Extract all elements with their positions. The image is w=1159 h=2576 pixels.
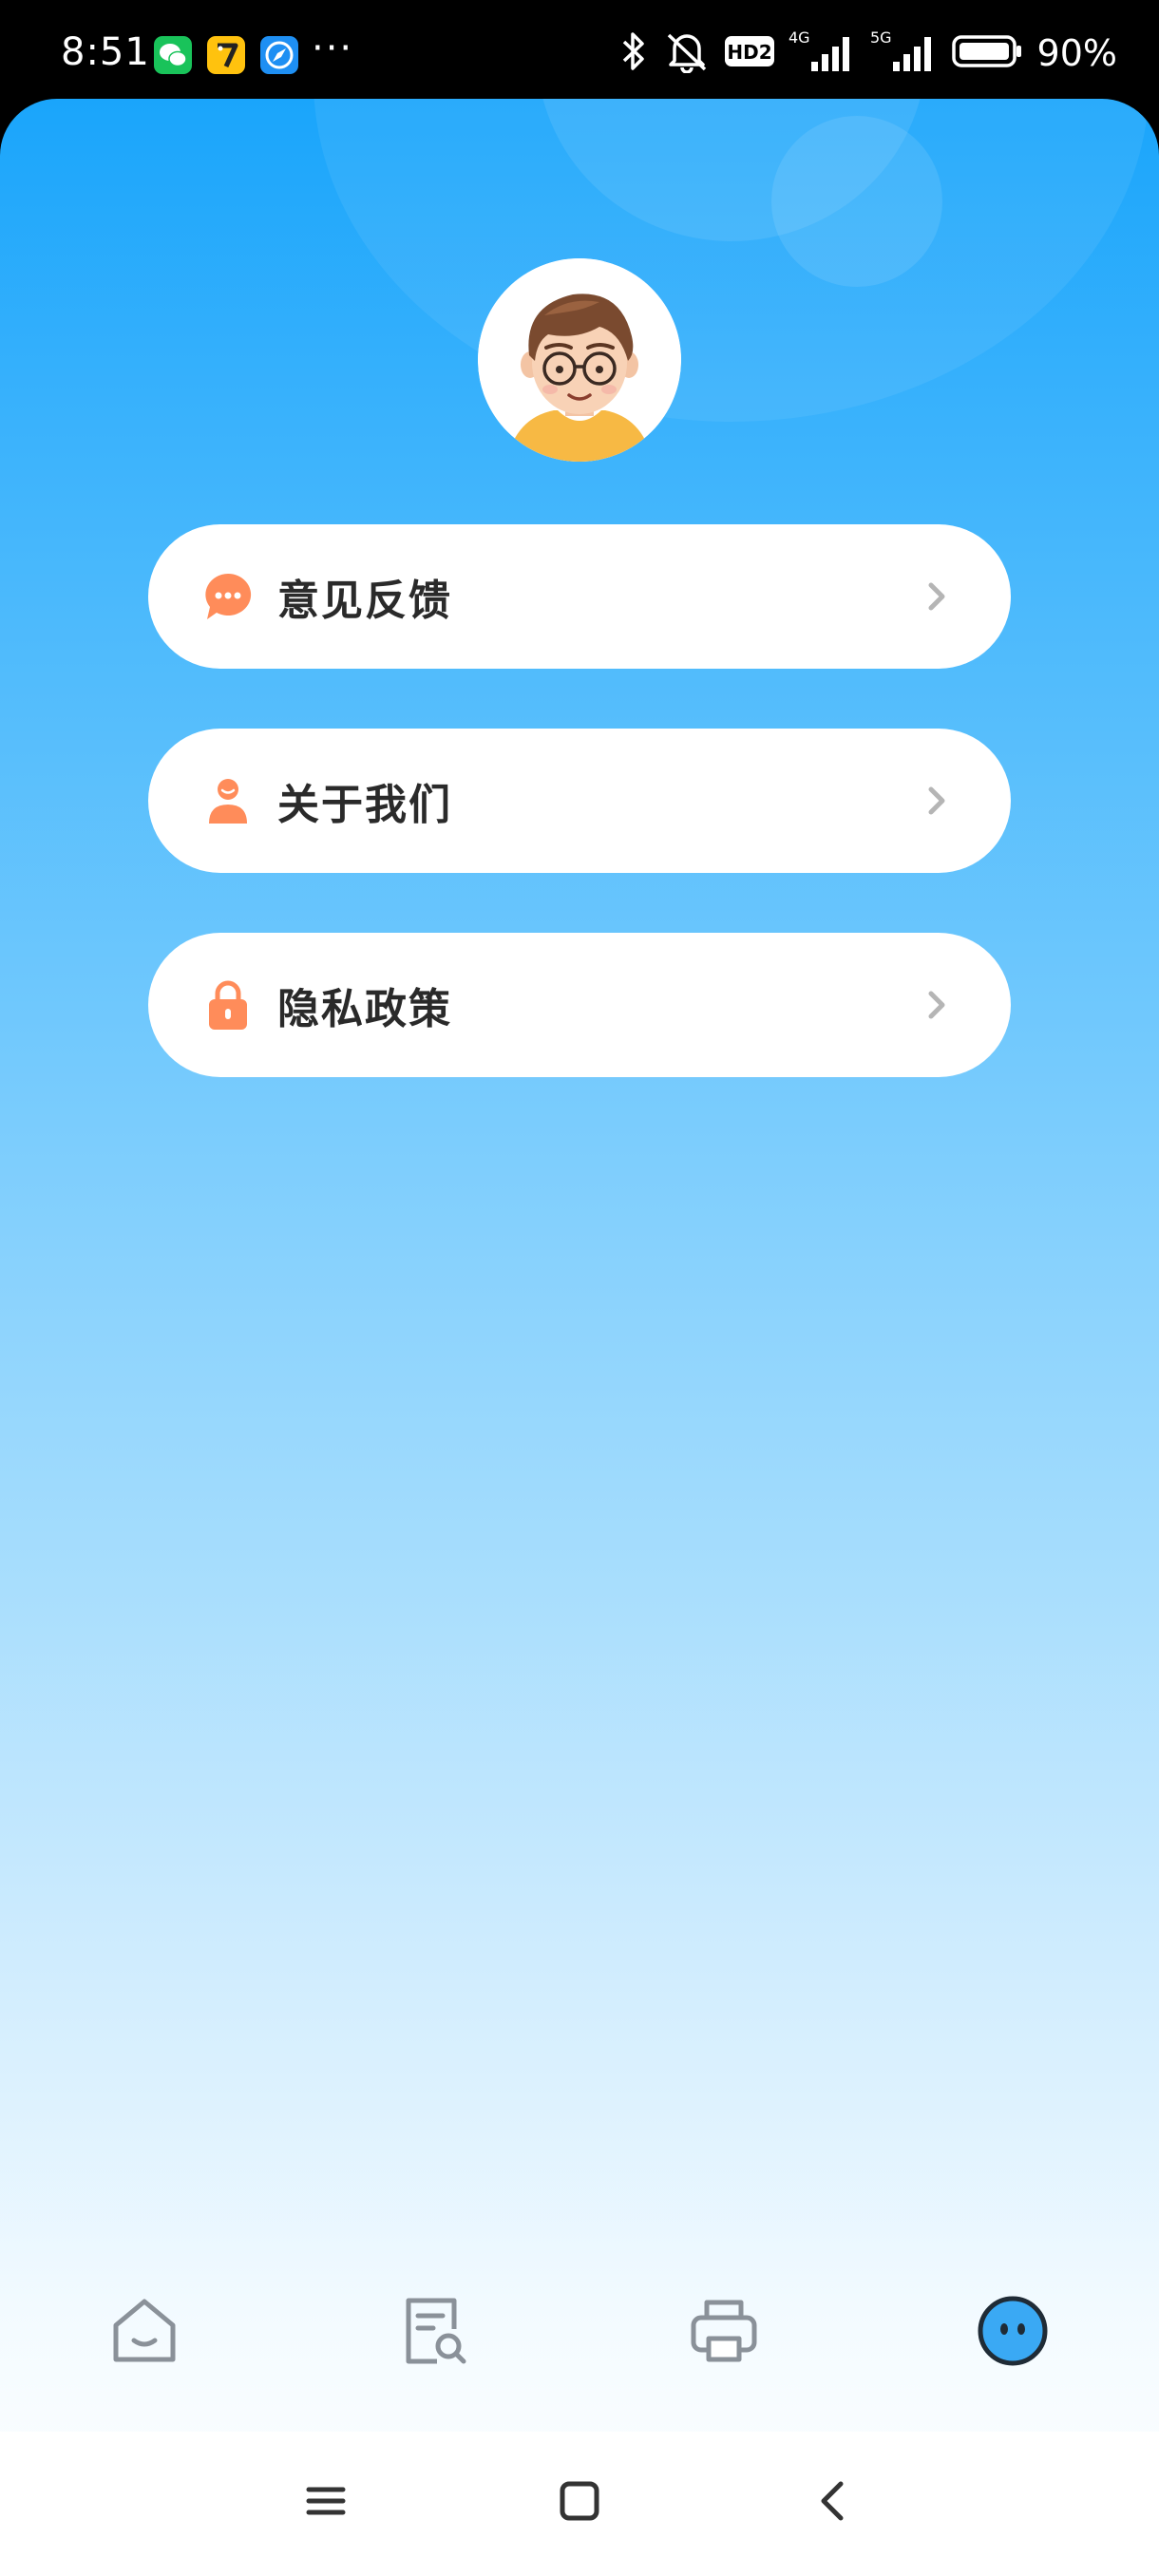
status-time: 8:51 <box>61 30 150 74</box>
avatar[interactable] <box>478 258 681 462</box>
feedback-icon <box>201 570 255 623</box>
hd-badge-icon: HD2 <box>724 33 775 73</box>
status-bar: 8:51 ··· HD2 4G 5G 90% <box>0 0 1159 104</box>
menu-lines-icon <box>303 2478 349 2528</box>
signal-4g-label: 4G <box>788 28 810 47</box>
document-search-icon <box>395 2293 471 2373</box>
menu-item-privacy-policy[interactable]: 隐私政策 <box>148 933 1011 1077</box>
recent-apps-button[interactable] <box>293 2470 359 2536</box>
menu-item-label: 意见反馈 <box>277 577 452 625</box>
screen: 8:51 ··· HD2 4G 5G 90% 意见反馈 关于我们 隐私政策 <box>0 0 1159 2576</box>
chevron-right-icon <box>923 784 950 818</box>
background-decoration <box>771 116 942 287</box>
about-us-icon <box>201 774 255 827</box>
system-navigation-bar <box>0 2432 1159 2576</box>
home-square-icon <box>557 2478 602 2528</box>
menu-item-feedback[interactable]: 意见反馈 <box>148 524 1011 669</box>
home-button[interactable] <box>546 2470 613 2536</box>
tab-profile[interactable] <box>967 2287 1058 2378</box>
wechat-icon <box>154 36 192 74</box>
bluetooth-icon <box>618 29 650 77</box>
hd-badge-text: HD2 <box>727 41 771 64</box>
battery-percent: 90% <box>1036 32 1117 74</box>
browser-icon <box>260 36 298 74</box>
profile-face-icon <box>975 2293 1051 2373</box>
signal-5g-icon: 5G <box>870 28 939 79</box>
profile-page: 意见反馈 关于我们 隐私政策 <box>0 99 1159 2576</box>
bottom-tab-bar <box>0 2280 1159 2394</box>
chevron-right-icon <box>923 579 950 614</box>
tab-document-search[interactable] <box>388 2287 479 2378</box>
back-chevron-icon <box>810 2478 856 2528</box>
signal-5g-label: 5G <box>870 28 892 47</box>
signal-4g-icon: 4G <box>788 28 857 79</box>
tab-home[interactable] <box>99 2287 190 2378</box>
tab-print[interactable] <box>678 2287 770 2378</box>
more-notifications: ··· <box>312 27 354 70</box>
privacy-lock-icon <box>201 978 255 1032</box>
chevron-right-icon <box>923 988 950 1022</box>
home-icon <box>106 2293 182 2373</box>
menu-item-about-us[interactable]: 关于我们 <box>148 729 1011 873</box>
mute-icon <box>663 29 711 77</box>
printer-icon <box>686 2293 762 2373</box>
seven-app-icon <box>207 36 245 74</box>
menu-item-label: 隐私政策 <box>277 985 452 1033</box>
menu-item-label: 关于我们 <box>277 781 452 829</box>
status-right-group: HD2 4G 5G 90% <box>618 28 1117 78</box>
back-button[interactable] <box>800 2470 866 2536</box>
battery-icon <box>951 32 1024 74</box>
